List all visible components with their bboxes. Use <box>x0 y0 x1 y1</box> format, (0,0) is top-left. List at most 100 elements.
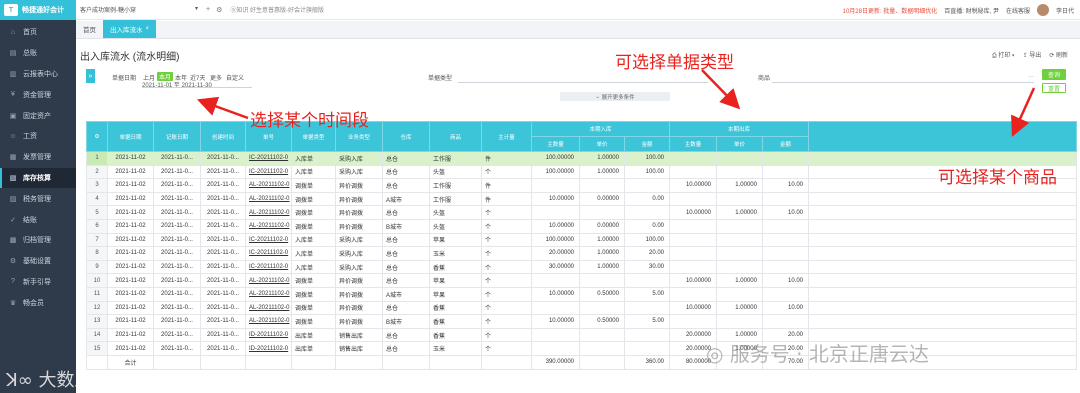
table-cell: 1.00000 <box>579 246 625 261</box>
gear-icon[interactable]: ⚙ <box>216 6 222 14</box>
sidebar-item-4[interactable]: ▣ 固定资产 <box>0 105 76 126</box>
table-cell: 10.00000 <box>669 300 717 316</box>
add-icon[interactable]: + <box>206 6 210 13</box>
doc-number-link[interactable]: IC-20211102-0 <box>245 259 292 275</box>
doc-number-link[interactable]: ID-20211102-0 <box>245 341 292 356</box>
sidebar-item-1[interactable]: ▤ 总账 <box>0 43 76 64</box>
table-cell <box>579 273 625 288</box>
watermark-service-text: 服务号 · 北京正唐云达 <box>729 342 929 366</box>
sidebar-item-9[interactable]: ✓ 结账 <box>0 209 76 230</box>
col-in-amount[interactable]: 金额 <box>624 136 670 152</box>
table-cell: 2021-11-0... <box>200 191 246 207</box>
table-row[interactable]: 4 2021-11-02 2021-11-0... 2021-11-0... AL-20… <box>86 191 1077 207</box>
table-cell-filler <box>808 259 1077 275</box>
col-in-price[interactable]: 单价 <box>579 136 625 152</box>
chip-custom[interactable]: 自定义 <box>226 73 244 82</box>
close-icon[interactable]: × <box>146 26 150 32</box>
table-cell: 2021-11-0... <box>153 273 201 288</box>
table-row[interactable]: 13 2021-11-02 2021-11-0... 2021-11-0... AL-2… <box>86 314 1077 329</box>
expand-filter-button[interactable]: » <box>86 69 95 83</box>
sidebar-item-2[interactable]: ▥ 云报表中心 <box>0 64 76 85</box>
table-cell: 总仓 <box>382 327 430 343</box>
table-row[interactable]: 3 2021-11-02 2021-11-0... 2021-11-0... AL-20… <box>86 178 1077 193</box>
sidebar-item-3[interactable]: ¥ 资金管理 <box>0 84 76 105</box>
product-version[interactable]: ⑤知识 好生意普惠版-好会计旗舰版 <box>230 5 324 14</box>
col-doc-date[interactable]: 单据日期 <box>107 121 154 152</box>
table-row[interactable]: 12 2021-11-02 2021-11-0... 2021-11-0... AL-2… <box>86 300 1077 316</box>
sidebar-item-6[interactable]: ▦ 发票管理 <box>0 147 76 168</box>
table-cell <box>762 246 809 261</box>
table-row[interactable]: 6 2021-11-02 2021-11-0... 2021-11-0... AL-20… <box>86 218 1077 234</box>
col-out-qty[interactable]: 主数量 <box>669 136 717 152</box>
doc-number-link[interactable]: AL-20211102-0 <box>245 314 292 329</box>
search-button[interactable]: 查询 <box>1042 69 1066 80</box>
online-service[interactable]: 在线客服 <box>1006 6 1030 15</box>
company-selector[interactable]: 客户成功案例-糖小穿 ▾ <box>80 5 200 14</box>
table-cell <box>579 205 625 220</box>
menu-icon: ✓ <box>10 216 16 224</box>
column-settings-icon[interactable]: ⚙ <box>86 121 108 152</box>
live-link[interactable]: 百直播: 财税秘库, 尹 <box>944 6 999 15</box>
doc-number-link[interactable]: IC-20211102-0 <box>245 164 292 180</box>
avatar[interactable] <box>1036 4 1049 16</box>
doc-number-link[interactable]: AL-20211102-0 <box>245 218 292 234</box>
doc-number-link[interactable]: AL-20211102-0 <box>245 273 292 288</box>
table-row[interactable]: 5 2021-11-02 2021-11-0... 2021-11-0... AL-20… <box>86 205 1077 220</box>
table-row[interactable]: 1 2021-11-02 2021-11-0... 2021-11-0... IC-20… <box>86 151 1077 166</box>
doc-number-link[interactable]: IC-20211102-0 <box>245 151 292 166</box>
table-cell: 2021-11-02 <box>107 164 154 180</box>
sidebar-item-11[interactable]: ⚙ 基础设置 <box>0 251 76 272</box>
col-product[interactable]: 商品 <box>429 121 482 152</box>
tab-inout-flow[interactable]: 出入库流水 × <box>103 20 157 38</box>
update-notice[interactable]: 10月28日更新: 批量、数据明细优化 <box>843 6 938 15</box>
col-out-amount[interactable]: 金额 <box>762 136 809 152</box>
col-unit[interactable]: 主计量 <box>481 121 532 152</box>
doc-number-link[interactable]: IC-20211102-0 <box>245 232 292 248</box>
doc-number-link[interactable]: AL-20211102-0 <box>245 178 292 193</box>
export-button[interactable]: ⇪ 导出 <box>1023 50 1042 60</box>
table-cell: 调拨单 <box>291 205 336 220</box>
tab-home[interactable]: 首页 <box>76 20 103 38</box>
doc-type-select[interactable] <box>458 82 708 83</box>
table-row[interactable]: 7 2021-11-02 2021-11-0... 2021-11-0... IC-20… <box>86 232 1077 248</box>
doc-number-link[interactable]: AL-20211102-0 <box>245 205 292 220</box>
table-cell: 总仓 <box>382 246 430 261</box>
table-row[interactable]: 10 2021-11-02 2021-11-0... 2021-11-0... AL-2… <box>86 273 1077 288</box>
product-more-icon[interactable]: … <box>1028 73 1034 79</box>
sidebar-item-0[interactable]: ⌂ 首页 <box>0 22 76 43</box>
expand-more-conditions[interactable]: ⌄ 展开更多条件 <box>560 92 670 101</box>
col-created-time[interactable]: 创建时间 <box>200 121 246 152</box>
doc-number-link[interactable]: IC-20211102-0 <box>245 246 292 261</box>
table-row[interactable]: 8 2021-11-02 2021-11-0... 2021-11-0... IC-20… <box>86 246 1077 261</box>
table-row[interactable]: 2 2021-11-02 2021-11-0... 2021-11-0... IC-20… <box>86 164 1077 180</box>
table-cell: 2021-11-02 <box>107 151 154 166</box>
table-row[interactable]: 9 2021-11-02 2021-11-0... 2021-11-0... IC-20… <box>86 259 1077 275</box>
product-select[interactable] <box>772 82 1034 83</box>
refresh-button[interactable]: ⟳ 刷新 <box>1049 50 1068 60</box>
menu-icon: ▧ <box>9 174 17 182</box>
table-cell <box>716 259 763 275</box>
sidebar-item-7[interactable]: ▧ 库存核算 <box>0 167 76 189</box>
sidebar-item-10[interactable]: ▩ 归档管理 <box>0 230 76 251</box>
reset-button[interactable]: 重置 <box>1042 83 1066 93</box>
col-out-price[interactable]: 单价 <box>716 136 763 152</box>
doc-number-link[interactable]: AL-20211102-0 <box>245 191 292 207</box>
doc-number-link[interactable]: ID-20211102-0 <box>245 327 292 343</box>
sidebar-item-13[interactable]: ♛ 畅会员 <box>0 292 76 313</box>
table-row[interactable]: 11 2021-11-02 2021-11-0... 2021-11-0... AL-2… <box>86 286 1077 302</box>
sidebar-item-12[interactable]: ? 新手引导 <box>0 272 76 293</box>
app-logo[interactable]: T 畅捷通好会计 <box>0 0 76 20</box>
col-post-date[interactable]: 记账日期 <box>153 121 201 152</box>
total-in-amount: 360.00 <box>624 354 670 370</box>
sidebar-item-8[interactable]: ▨ 税务管理 <box>0 188 76 209</box>
user-name[interactable]: 李日代 <box>1056 6 1074 15</box>
doc-number-link[interactable]: AL-20211102-0 <box>245 286 292 302</box>
print-button[interactable]: ⎙ 打印 ▾ <box>992 50 1015 60</box>
table-cell <box>716 314 763 329</box>
col-warehouse[interactable]: 仓库 <box>382 121 430 152</box>
table-cell: 头盔 <box>429 218 482 234</box>
table-cell: 异价调拨 <box>335 314 383 329</box>
col-in-qty[interactable]: 主数量 <box>531 136 580 152</box>
sidebar-item-5[interactable]: ☺ 工资 <box>0 126 76 147</box>
doc-number-link[interactable]: AL-20211102-0 <box>245 300 292 316</box>
